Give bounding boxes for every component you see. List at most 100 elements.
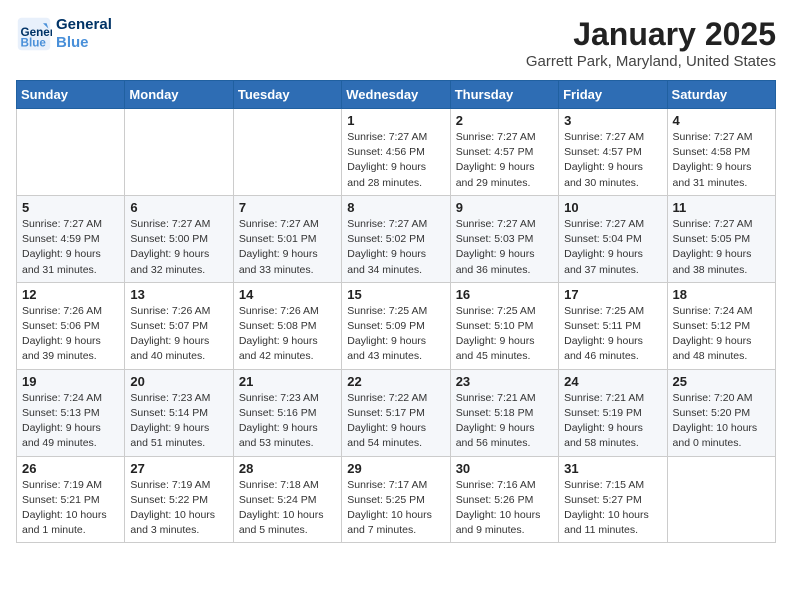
calendar-cell: 17 Sunrise: 7:25 AM Sunset: 5:11 PM Dayli… [559, 282, 667, 369]
day-number: 9 [456, 200, 553, 215]
day-info: Sunrise: 7:27 AM Sunset: 4:57 PM Dayligh… [456, 130, 553, 191]
day-number: 28 [239, 461, 336, 476]
week-row-5: 26 Sunrise: 7:19 AM Sunset: 5:21 PM Dayli… [17, 456, 776, 543]
logo-text-line2: Blue [56, 34, 112, 52]
weekday-header-row: SundayMondayTuesdayWednesdayThursdayFrid… [17, 81, 776, 109]
day-number: 19 [22, 374, 119, 389]
day-info: Sunrise: 7:22 AM Sunset: 5:17 PM Dayligh… [347, 391, 444, 452]
logo-text-line1: General [56, 16, 112, 34]
calendar-cell: 13Sunrise: 7:26 AM Sunset: 5:07 PM Dayli… [125, 282, 233, 369]
calendar-cell: 26 Sunrise: 7:19 AM Sunset: 5:21 PM Dayli… [17, 456, 125, 543]
day-info: Sunrise: 7:27 AM Sunset: 5:03 PM Dayligh… [456, 217, 553, 278]
weekday-header-monday: Monday [125, 81, 233, 109]
weekday-header-wednesday: Wednesday [342, 81, 450, 109]
day-info: Sunrise: 7:26 AM Sunset: 5:07 PM Dayligh… [130, 304, 227, 365]
calendar-cell [667, 456, 775, 543]
calendar-cell [125, 109, 233, 196]
page-header: General Blue General Blue January 2025 G… [16, 16, 776, 70]
day-number: 10 [564, 200, 661, 215]
calendar-cell: 18 Sunrise: 7:24 AM Sunset: 5:12 PM Dayli… [667, 282, 775, 369]
day-info: Sunrise: 7:27 AM Sunset: 5:02 PM Dayligh… [347, 217, 444, 278]
day-info: Sunrise: 7:24 AM Sunset: 5:13 PM Dayligh… [22, 391, 119, 452]
day-number: 23 [456, 374, 553, 389]
day-number: 16 [456, 287, 553, 302]
calendar-cell: 23 Sunrise: 7:21 AM Sunset: 5:18 PM Dayli… [450, 369, 558, 456]
calendar-cell: 6 Sunrise: 7:27 AM Sunset: 5:00 PM Daylig… [125, 195, 233, 282]
day-number: 15 [347, 287, 444, 302]
calendar-cell: 28 Sunrise: 7:18 AM Sunset: 5:24 PM Dayli… [233, 456, 341, 543]
day-number: 22 [347, 374, 444, 389]
day-number: 29 [347, 461, 444, 476]
day-number: 6 [130, 200, 227, 215]
day-number: 14 [239, 287, 336, 302]
week-row-1: 1Sunrise: 7:27 AM Sunset: 4:56 PM Daylig… [17, 109, 776, 196]
day-info: Sunrise: 7:27 AM Sunset: 5:04 PM Dayligh… [564, 217, 661, 278]
day-info: Sunrise: 7:21 AM Sunset: 5:18 PM Dayligh… [456, 391, 553, 452]
calendar-cell: 10 Sunrise: 7:27 AM Sunset: 5:04 PM Dayli… [559, 195, 667, 282]
day-number: 21 [239, 374, 336, 389]
calendar-cell: 22 Sunrise: 7:22 AM Sunset: 5:17 PM Dayli… [342, 369, 450, 456]
weekday-header-thursday: Thursday [450, 81, 558, 109]
calendar-cell: 31Sunrise: 7:15 AM Sunset: 5:27 PM Dayli… [559, 456, 667, 543]
day-info: Sunrise: 7:26 AM Sunset: 5:06 PM Dayligh… [22, 304, 119, 365]
day-number: 3 [564, 113, 661, 128]
day-info: Sunrise: 7:20 AM Sunset: 5:20 PM Dayligh… [673, 391, 770, 452]
day-info: Sunrise: 7:27 AM Sunset: 4:59 PM Dayligh… [22, 217, 119, 278]
weekday-header-tuesday: Tuesday [233, 81, 341, 109]
day-number: 8 [347, 200, 444, 215]
day-info: Sunrise: 7:27 AM Sunset: 5:00 PM Dayligh… [130, 217, 227, 278]
calendar-cell: 5 Sunrise: 7:27 AM Sunset: 4:59 PM Daylig… [17, 195, 125, 282]
day-info: Sunrise: 7:21 AM Sunset: 5:19 PM Dayligh… [564, 391, 661, 452]
calendar-cell: 9 Sunrise: 7:27 AM Sunset: 5:03 PM Daylig… [450, 195, 558, 282]
logo: General Blue General Blue [16, 16, 112, 52]
day-info: Sunrise: 7:16 AM Sunset: 5:26 PM Dayligh… [456, 478, 553, 539]
day-info: Sunrise: 7:25 AM Sunset: 5:10 PM Dayligh… [456, 304, 553, 365]
day-info: Sunrise: 7:25 AM Sunset: 5:11 PM Dayligh… [564, 304, 661, 365]
day-info: Sunrise: 7:19 AM Sunset: 5:21 PM Dayligh… [22, 478, 119, 539]
calendar-cell: 12Sunrise: 7:26 AM Sunset: 5:06 PM Dayli… [17, 282, 125, 369]
calendar-cell: 27 Sunrise: 7:19 AM Sunset: 5:22 PM Dayli… [125, 456, 233, 543]
calendar-cell: 7Sunrise: 7:27 AM Sunset: 5:01 PM Daylig… [233, 195, 341, 282]
calendar-cell: 4 Sunrise: 7:27 AM Sunset: 4:58 PM Daylig… [667, 109, 775, 196]
day-number: 27 [130, 461, 227, 476]
month-title: January 2025 [526, 16, 776, 53]
day-info: Sunrise: 7:18 AM Sunset: 5:24 PM Dayligh… [239, 478, 336, 539]
calendar-cell: 19 Sunrise: 7:24 AM Sunset: 5:13 PM Dayli… [17, 369, 125, 456]
day-number: 7 [239, 200, 336, 215]
calendar-cell: 14Sunrise: 7:26 AM Sunset: 5:08 PM Dayli… [233, 282, 341, 369]
week-row-4: 19 Sunrise: 7:24 AM Sunset: 5:13 PM Dayli… [17, 369, 776, 456]
calendar-cell: 2 Sunrise: 7:27 AM Sunset: 4:57 PM Daylig… [450, 109, 558, 196]
day-number: 4 [673, 113, 770, 128]
calendar-table: SundayMondayTuesdayWednesdayThursdayFrid… [16, 80, 776, 543]
calendar-cell [17, 109, 125, 196]
day-number: 5 [22, 200, 119, 215]
day-info: Sunrise: 7:24 AM Sunset: 5:12 PM Dayligh… [673, 304, 770, 365]
calendar-cell: 11Sunrise: 7:27 AM Sunset: 5:05 PM Dayli… [667, 195, 775, 282]
calendar-cell: 24 Sunrise: 7:21 AM Sunset: 5:19 PM Dayli… [559, 369, 667, 456]
location-text: Garrett Park, Maryland, United States [526, 53, 776, 70]
day-info: Sunrise: 7:23 AM Sunset: 5:14 PM Dayligh… [130, 391, 227, 452]
day-info: Sunrise: 7:27 AM Sunset: 4:57 PM Dayligh… [564, 130, 661, 191]
day-number: 25 [673, 374, 770, 389]
day-info: Sunrise: 7:19 AM Sunset: 5:22 PM Dayligh… [130, 478, 227, 539]
day-number: 17 [564, 287, 661, 302]
day-number: 20 [130, 374, 227, 389]
day-info: Sunrise: 7:17 AM Sunset: 5:25 PM Dayligh… [347, 478, 444, 539]
day-number: 24 [564, 374, 661, 389]
calendar-cell: 1Sunrise: 7:27 AM Sunset: 4:56 PM Daylig… [342, 109, 450, 196]
weekday-header-friday: Friday [559, 81, 667, 109]
day-number: 2 [456, 113, 553, 128]
day-number: 18 [673, 287, 770, 302]
day-info: Sunrise: 7:23 AM Sunset: 5:16 PM Dayligh… [239, 391, 336, 452]
title-section: January 2025 Garrett Park, Maryland, Uni… [526, 16, 776, 70]
logo-icon: General Blue [16, 16, 52, 52]
calendar-cell: 16 Sunrise: 7:25 AM Sunset: 5:10 PM Dayli… [450, 282, 558, 369]
calendar-cell: 21 Sunrise: 7:23 AM Sunset: 5:16 PM Dayli… [233, 369, 341, 456]
day-info: Sunrise: 7:27 AM Sunset: 4:58 PM Dayligh… [673, 130, 770, 191]
weekday-header-saturday: Saturday [667, 81, 775, 109]
day-number: 26 [22, 461, 119, 476]
calendar-cell [233, 109, 341, 196]
day-number: 31 [564, 461, 661, 476]
calendar-cell: 29 Sunrise: 7:17 AM Sunset: 5:25 PM Dayli… [342, 456, 450, 543]
day-number: 11 [673, 200, 770, 215]
